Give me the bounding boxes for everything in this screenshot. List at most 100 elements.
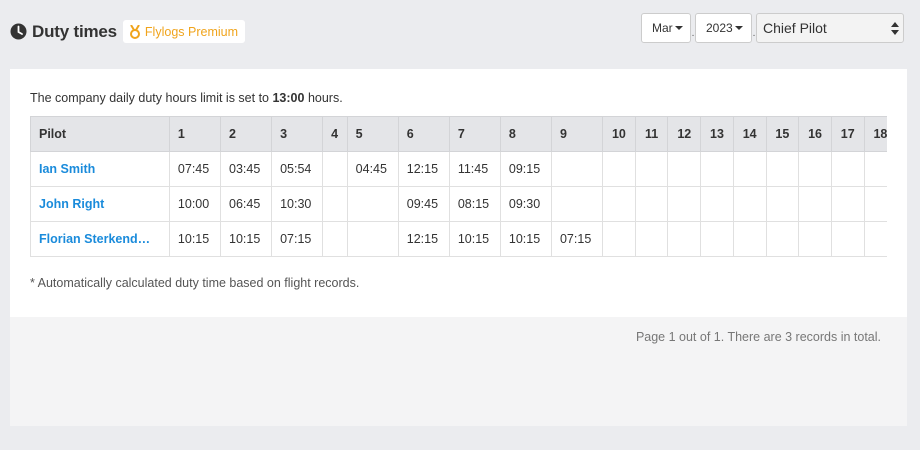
duty-time-cell: [732, 151, 767, 187]
page-header: Duty times Flylogs Premium Mar . 2023 . …: [0, 0, 920, 66]
duty-time-cell: 04:45: [346, 151, 399, 187]
duty-time-cell: 11:45: [448, 151, 501, 187]
limit-suffix: hours.: [307, 91, 343, 105]
role-select[interactable]: Chief Pilot: [756, 13, 904, 43]
column-header-day: 15: [765, 116, 800, 152]
premium-badge[interactable]: Flylogs Premium: [122, 20, 245, 43]
duty-time-cell: [732, 186, 767, 222]
duty-time-cell: [700, 186, 734, 222]
duty-time-cell: [798, 186, 832, 222]
filter-controls: Mar . 2023 . Chief Pilot: [641, 13, 904, 43]
duty-limit-text: The company daily duty hours limit is se…: [30, 91, 343, 105]
duty-time-cell: 10:15: [499, 221, 552, 257]
duty-time-cell: [700, 151, 734, 187]
duty-time-cell: [700, 221, 734, 257]
table-row: Florian Sterkend… 10:15 10:15 07:15 12:15 10:…: [30, 221, 887, 257]
duty-time-cell: 12:15: [397, 151, 450, 187]
duty-time-cell: [765, 151, 800, 187]
duty-time-cell: [667, 221, 702, 257]
duty-time-cell: 09:30: [499, 186, 552, 222]
duty-time-cell: [765, 186, 800, 222]
duty-time-cell: [798, 221, 832, 257]
duty-time-cell: 10:15: [168, 221, 222, 257]
column-header-day: 14: [732, 116, 767, 152]
month-value: Mar: [652, 21, 673, 35]
duty-time-cell: 12:15: [397, 221, 450, 257]
duty-time-cell: 10:15: [219, 221, 273, 257]
duty-time-cell: [322, 221, 348, 257]
column-header-day: 10: [602, 116, 636, 152]
column-header-day: 9: [550, 116, 604, 152]
pilot-name-link[interactable]: John Right: [30, 186, 170, 222]
duty-time-cell: 03:45: [219, 151, 273, 187]
duty-time-cell: 09:15: [499, 151, 552, 187]
column-header-day: 16: [798, 116, 832, 152]
duty-time-cell: [634, 221, 669, 257]
duty-time-cell: [602, 221, 636, 257]
column-header-day: 11: [634, 116, 669, 152]
duty-time-cell: 05:54: [271, 151, 324, 187]
column-header-day: 18: [863, 116, 887, 152]
column-header-day: 17: [830, 116, 865, 152]
column-header-day: 12: [667, 116, 702, 152]
duty-time-cell: [602, 151, 636, 187]
caret-down-icon: [734, 26, 743, 30]
duty-time-cell: 07:15: [550, 221, 604, 257]
pilot-name-link[interactable]: Ian Smith: [30, 151, 170, 187]
duty-time-cell: [634, 186, 669, 222]
duty-time-cell: [322, 151, 348, 187]
duty-time-cell: [863, 186, 887, 222]
duty-time-cell: 07:15: [271, 221, 324, 257]
duty-time-cell: [798, 151, 832, 187]
duty-time-cell: [346, 221, 399, 257]
column-header-day: 4: [322, 116, 348, 152]
duty-time-cell: [830, 186, 865, 222]
pilot-name-link[interactable]: Florian Sterkend…: [30, 221, 170, 257]
month-dropdown[interactable]: Mar: [641, 13, 691, 43]
medal-icon: [129, 23, 141, 39]
duty-time-cell: [602, 186, 636, 222]
duty-time-cell: [550, 151, 604, 187]
duty-time-cell: [863, 221, 887, 257]
duty-time-cell: [830, 151, 865, 187]
title-area: Duty times Flylogs Premium: [10, 20, 245, 43]
pagination-info: Page 1 out of 1. There are 3 records in …: [635, 330, 881, 344]
duty-time-cell: [550, 186, 604, 222]
duty-times-panel: The company daily duty hours limit is se…: [10, 69, 907, 426]
duty-time-cell: [322, 186, 348, 222]
updown-arrows-icon: [891, 22, 899, 35]
duty-time-cell: 10:30: [271, 186, 324, 222]
duty-table-scroll[interactable]: Pilot 12345678910111213141516171819 Ian …: [30, 116, 887, 258]
table-header-row: Pilot 12345678910111213141516171819: [30, 116, 887, 152]
duty-time-cell: [765, 221, 800, 257]
duty-time-cell: 10:00: [168, 186, 222, 222]
year-value: 2023: [706, 21, 733, 35]
duty-time-cell: [634, 151, 669, 187]
table-row: John Right 10:00 06:45 10:30 09:45 08:15 09:30: [30, 186, 887, 222]
duty-time-cell: 09:45: [397, 186, 450, 222]
column-header-pilot: Pilot: [30, 116, 170, 152]
limit-value: 13:00: [272, 91, 305, 105]
column-header-day: 1: [168, 116, 222, 152]
year-dropdown[interactable]: 2023: [695, 13, 752, 43]
duty-table: Pilot 12345678910111213141516171819 Ian …: [30, 116, 887, 257]
duty-time-cell: 10:15: [448, 221, 501, 257]
duty-time-cell: [830, 221, 865, 257]
duty-time-cell: 07:45: [168, 151, 222, 187]
footnote: * Automatically calculated duty time bas…: [30, 276, 360, 290]
panel-content: The company daily duty hours limit is se…: [10, 69, 907, 317]
duty-time-cell: [863, 151, 887, 187]
caret-down-icon: [674, 26, 683, 30]
table-row: Ian Smith 07:45 03:45 05:54 04:45 12:15 11:45 0…: [30, 151, 887, 187]
duty-time-cell: [346, 186, 399, 222]
column-header-day: 7: [448, 116, 501, 152]
column-header-day: 3: [271, 116, 324, 152]
column-header-day: 8: [499, 116, 552, 152]
column-header-day: 13: [700, 116, 734, 152]
clock-icon: [10, 23, 27, 40]
column-header-day: 5: [346, 116, 399, 152]
column-header-day: 2: [219, 116, 273, 152]
duty-time-cell: 08:15: [448, 186, 501, 222]
duty-time-cell: [732, 221, 767, 257]
duty-time-cell: [667, 151, 702, 187]
